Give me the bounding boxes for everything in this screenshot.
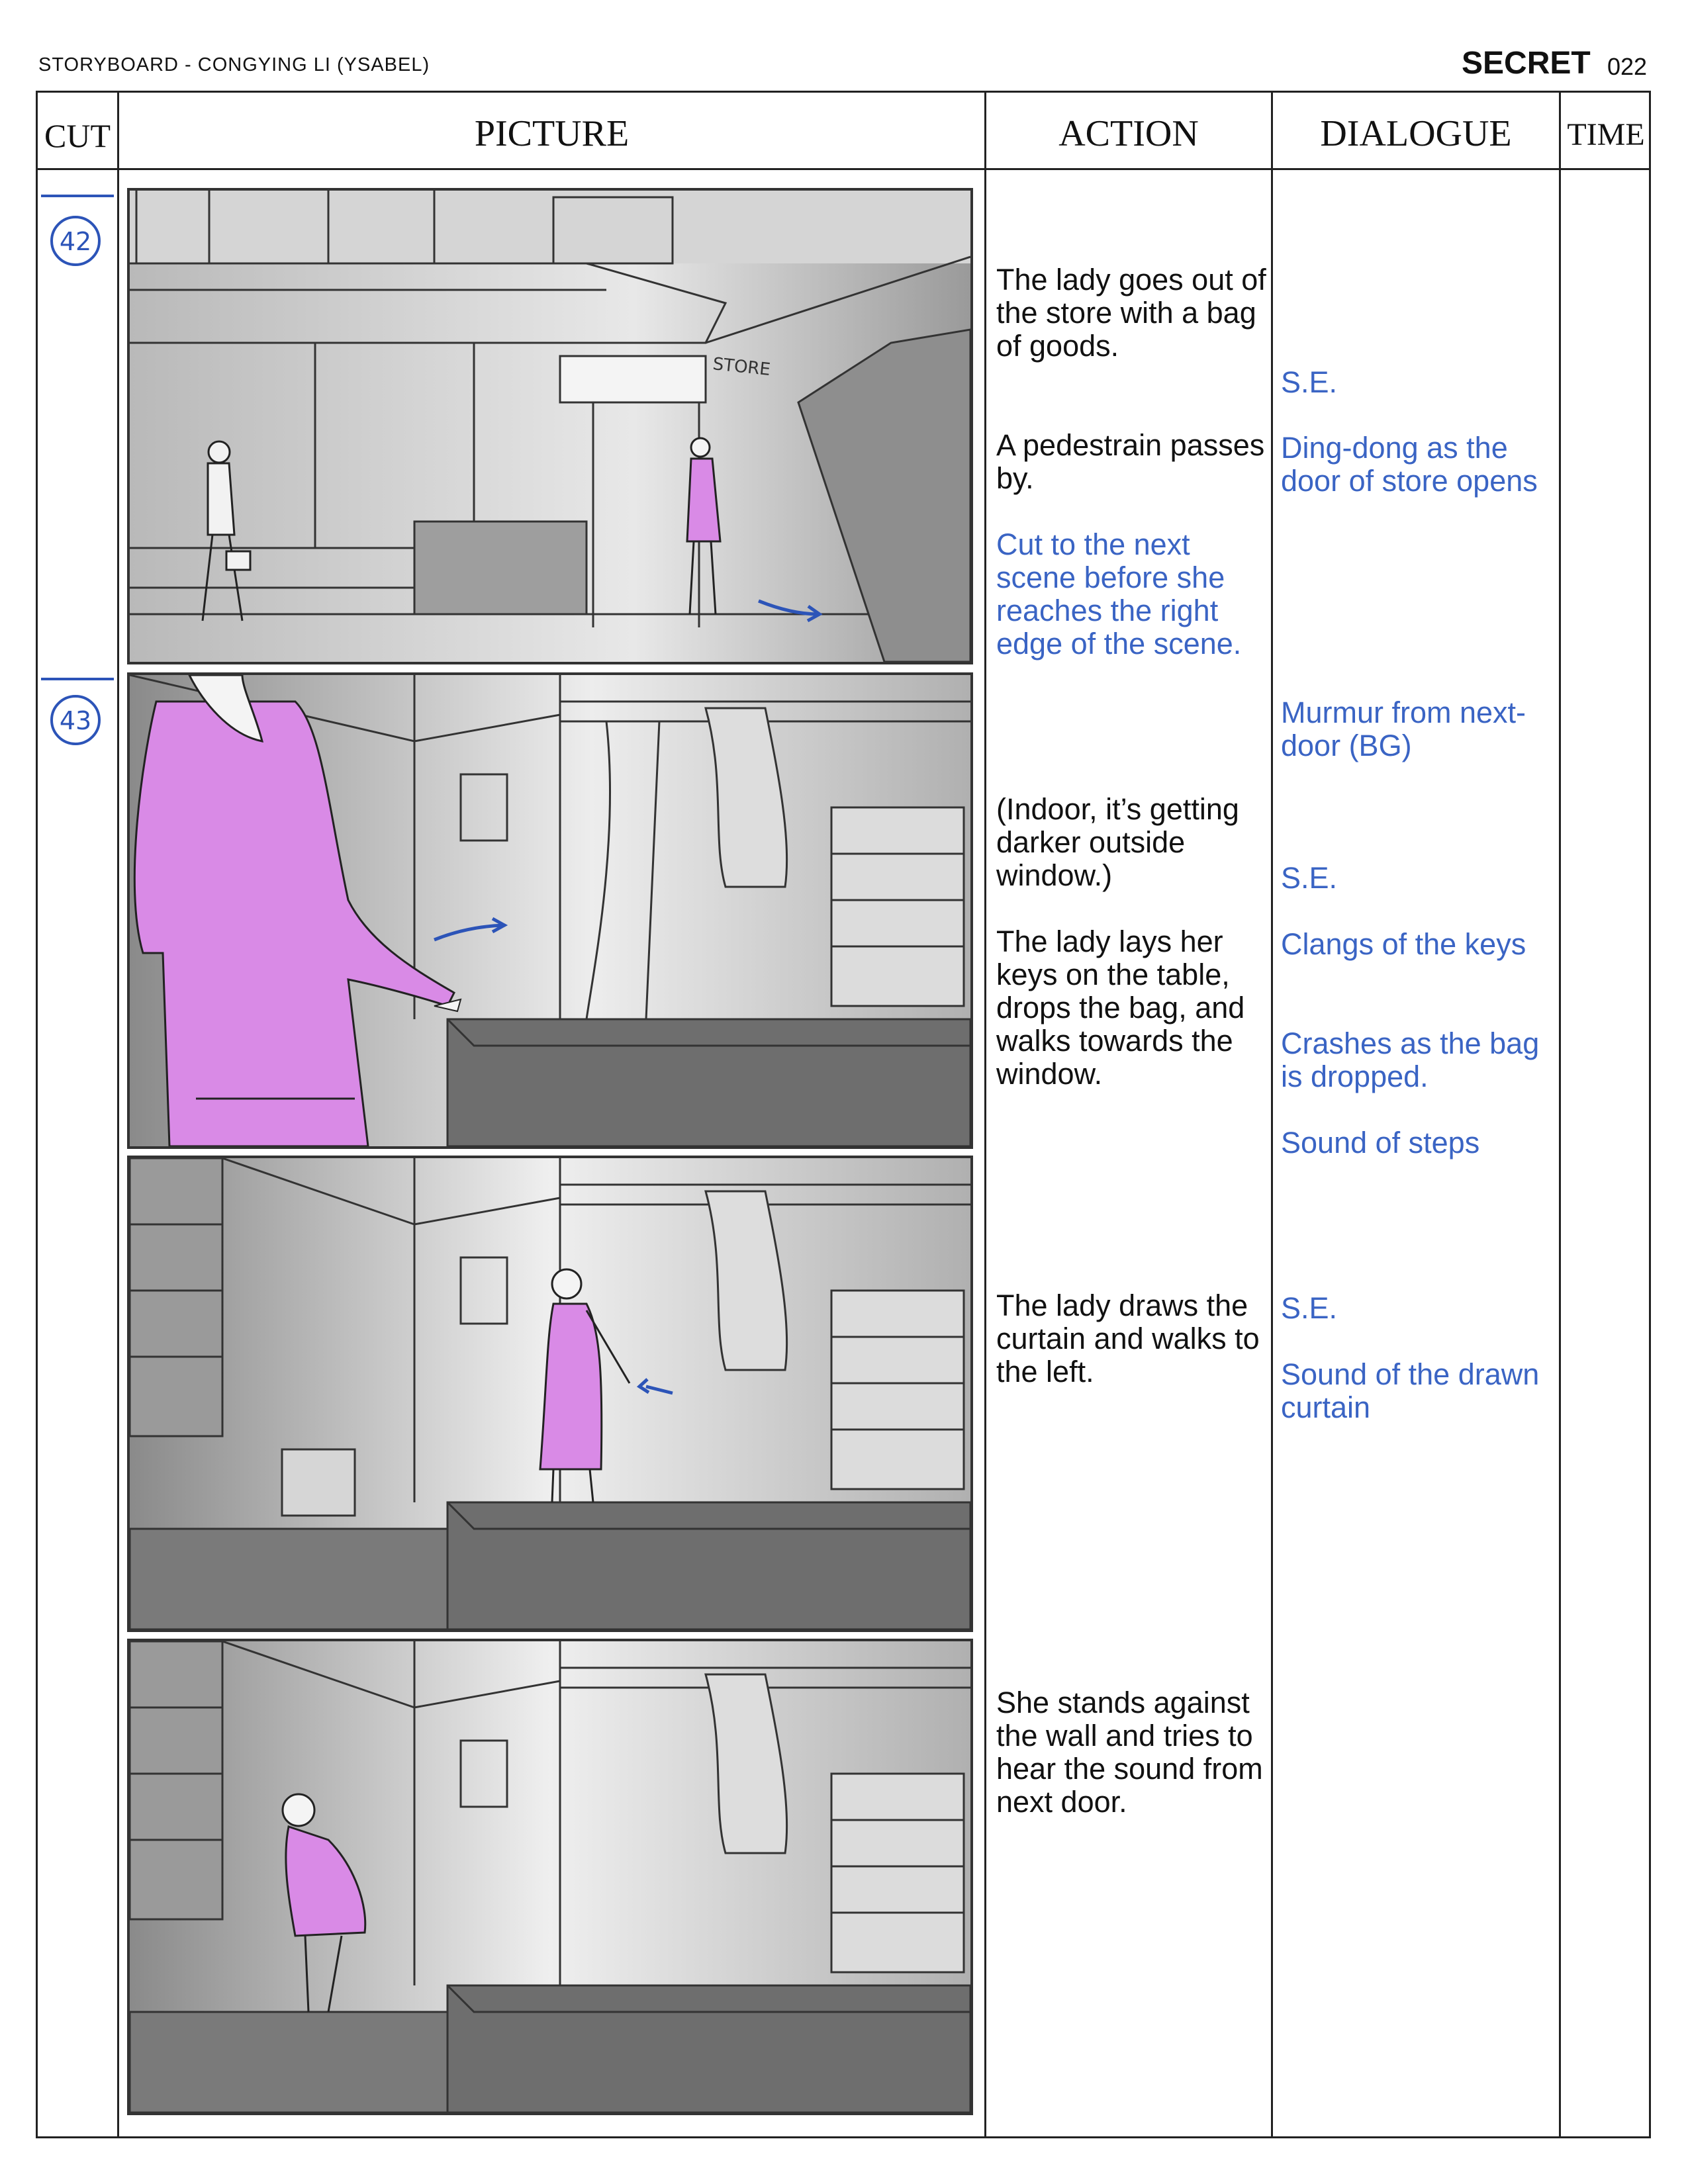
dialogue-text: Crashes as the bag is dropped.: [1281, 1026, 1540, 1093]
panel-room-against-wall: [127, 1639, 973, 2115]
page-number: 022: [1607, 53, 1648, 80]
cut-number-circle: 42: [50, 216, 101, 266]
storyboard-author-title: STORYBOARD - CONGYING LI (YSABEL): [38, 54, 430, 75]
room-wall-sketch: [130, 1641, 970, 2113]
action-text: (Indoor, it’s getting darker outside win…: [996, 792, 1239, 892]
sound-effect-label: S.E.: [1281, 365, 1338, 399]
action-text: The lady goes out of the store with a ba…: [996, 263, 1266, 363]
column-divider: [1271, 91, 1273, 2138]
column-divider: [117, 91, 119, 2138]
column-header-picture: PICTURE: [474, 113, 630, 154]
dialogue-text: Sound of the drawn curtain: [1281, 1357, 1540, 1424]
cut-number: 43: [60, 706, 91, 735]
dialogue-text: Murmur from next-door (BG): [1281, 696, 1526, 762]
column-header-dialogue: DIALOGUE: [1320, 113, 1512, 154]
column-divider: [1559, 91, 1561, 2138]
cut-number: 42: [60, 227, 91, 256]
action-note: Cut to the next scene before she reaches…: [996, 527, 1242, 660]
column-header-time: TIME: [1567, 117, 1645, 152]
dialogue-text: Ding-dong as the door of store opens: [1281, 431, 1538, 498]
dialogue-text: Clangs of the keys: [1281, 927, 1526, 961]
dialogue-text: Sound of steps: [1281, 1126, 1480, 1160]
column-divider: [984, 91, 986, 2138]
header-row-divider: [36, 168, 1651, 170]
action-text: The lady lays her keys on the table, dro…: [996, 925, 1245, 1091]
action-text: The lady draws the curtain and walks to …: [996, 1289, 1260, 1388]
project-title: SECRET: [1462, 46, 1591, 81]
column-header-cut: CUT: [44, 117, 111, 154]
cut-marker-line: [41, 195, 114, 197]
sound-effect-label: S.E.: [1281, 1291, 1338, 1325]
room-keys-sketch: [130, 675, 970, 1146]
cut-marker-line: [41, 678, 114, 680]
sound-effect-label: S.E.: [1281, 861, 1338, 895]
action-text: She stands against the wall and tries to…: [996, 1686, 1263, 1819]
panel-room-drawing-curtain: [127, 1156, 973, 1632]
room-curtain-sketch: [130, 1158, 970, 1629]
column-header-action: ACTION: [1058, 113, 1199, 154]
cut-number-circle: 43: [50, 695, 101, 745]
panel-room-keys-on-table: [127, 672, 973, 1149]
action-text: A pedestrain passes by.: [996, 428, 1265, 495]
store-exterior-sketch: STORE: [130, 191, 970, 662]
panel-store-exterior: STORE: [127, 188, 973, 664]
